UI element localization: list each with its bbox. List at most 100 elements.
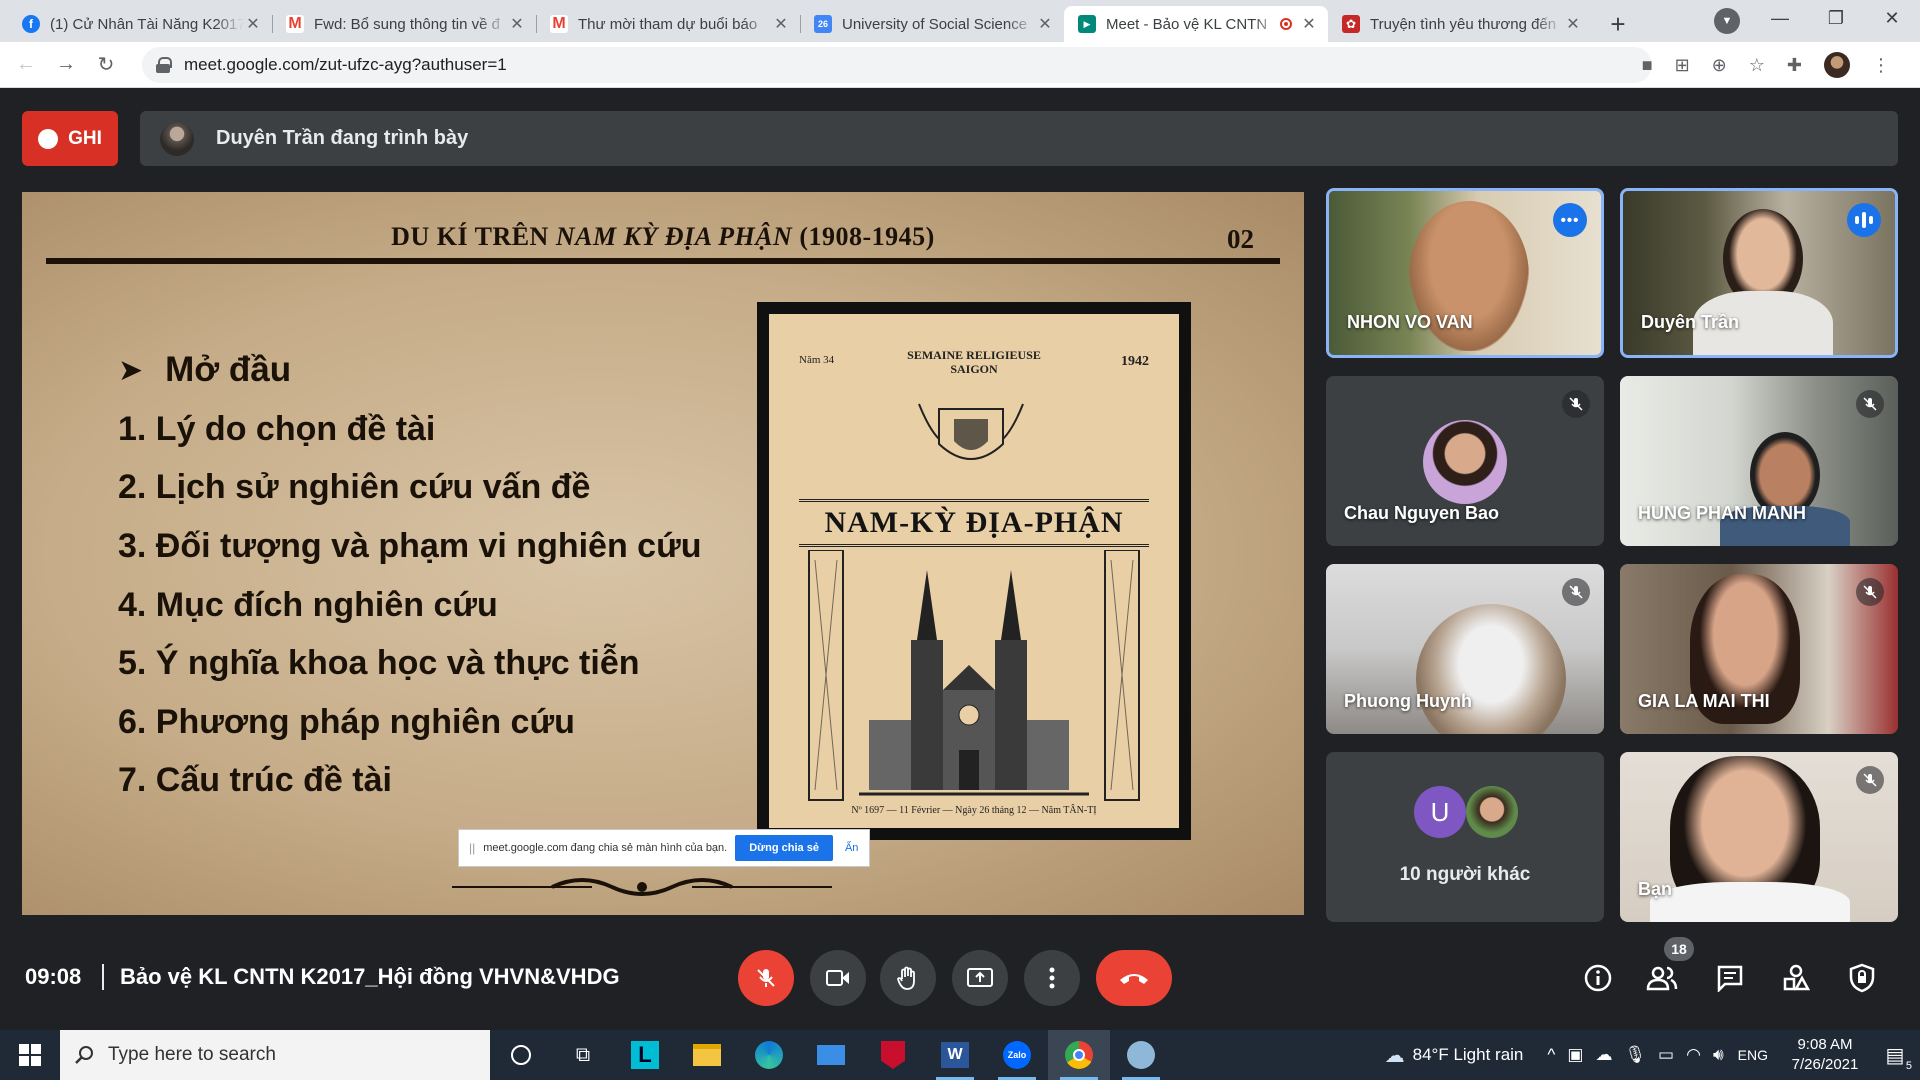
show-hidden-icons-icon[interactable]: ^ bbox=[1547, 1045, 1555, 1065]
chat-button[interactable] bbox=[1712, 960, 1748, 996]
new-tab-button[interactable]: + bbox=[1598, 6, 1638, 42]
close-tab-icon[interactable]: ✕ bbox=[244, 14, 262, 34]
taskbar-clock[interactable]: 9:08 AM 7/26/2021 bbox=[1780, 1035, 1870, 1075]
recording-badge[interactable]: GHI bbox=[22, 111, 118, 166]
app-bird-icon[interactable] bbox=[1110, 1030, 1172, 1080]
minimize-icon[interactable]: — bbox=[1752, 0, 1808, 36]
extensions-icon[interactable]: ✚ bbox=[1787, 55, 1802, 76]
mic-off-icon bbox=[757, 969, 775, 987]
maximize-icon[interactable]: ❐ bbox=[1808, 0, 1864, 36]
participant-tile[interactable]: Phuong Huynh bbox=[1326, 564, 1604, 734]
start-button[interactable] bbox=[0, 1030, 60, 1080]
mic-toggle-button[interactable] bbox=[738, 950, 794, 1006]
notification-center-icon[interactable]: ▤ 5 bbox=[1870, 1030, 1920, 1080]
participant-tile[interactable]: Chau Nguyen Bao bbox=[1326, 376, 1604, 546]
drag-handle-icon[interactable]: || bbox=[469, 841, 475, 855]
participant-tile-self[interactable]: Bạn bbox=[1620, 752, 1898, 922]
browser-tab[interactable]: M Thư mời tham dự buổi báo ✕ bbox=[536, 6, 800, 42]
windows-taskbar: Type here to search ⧉ L W Zalo ☁ 84°F Li… bbox=[0, 1030, 1920, 1080]
ornament-divider bbox=[452, 878, 832, 896]
volume-icon[interactable]: 🔊︎ bbox=[1713, 1045, 1724, 1065]
weather-text[interactable]: 84°F Light rain bbox=[1413, 1045, 1524, 1065]
story-icon: ✿ bbox=[1342, 15, 1360, 33]
info-icon bbox=[1584, 964, 1612, 992]
tab-title: (1) Cử Nhân Tài Năng K2017 bbox=[50, 15, 244, 33]
more-options-icon[interactable]: ••• bbox=[1553, 203, 1587, 237]
activities-button[interactable] bbox=[1778, 960, 1814, 996]
slide-number: 02 bbox=[1227, 224, 1254, 254]
slide-heading: ➤ Mở đầu bbox=[118, 350, 292, 389]
tab-title: Truyện tình yêu thương đến bbox=[1370, 15, 1557, 33]
participant-tile[interactable]: ••• NHON VO VAN bbox=[1326, 188, 1604, 358]
word-icon[interactable]: W bbox=[924, 1030, 986, 1080]
weather-icon[interactable]: ☁ bbox=[1385, 1043, 1405, 1068]
translate-icon[interactable]: ⊞ bbox=[1675, 55, 1690, 76]
browser-tab[interactable]: 26 University of Social Science ✕ bbox=[800, 6, 1064, 42]
lock-icon[interactable] bbox=[156, 56, 172, 73]
camera-toggle-button[interactable] bbox=[810, 950, 866, 1006]
close-tab-icon[interactable]: ✕ bbox=[1036, 14, 1054, 34]
input-language[interactable]: ENG bbox=[1738, 1047, 1768, 1063]
close-tab-icon[interactable]: ✕ bbox=[1564, 14, 1582, 34]
file-explorer-icon[interactable] bbox=[676, 1030, 738, 1080]
forward-icon[interactable]: → bbox=[46, 53, 86, 76]
mail-icon[interactable] bbox=[800, 1030, 862, 1080]
host-controls-button[interactable] bbox=[1844, 960, 1880, 996]
coat-of-arms-icon bbox=[918, 403, 1024, 460]
taskbar-search-box[interactable]: Type here to search bbox=[60, 1030, 490, 1080]
participant-tile[interactable]: HUNG PHAN MANH bbox=[1620, 376, 1898, 546]
reload-icon[interactable]: ↻ bbox=[86, 52, 126, 77]
profile-avatar[interactable] bbox=[1824, 52, 1850, 78]
browser-tab-active[interactable]: ▶ Meet - Bảo vệ KL CNTN ✕ bbox=[1064, 6, 1328, 42]
screen-share-notice: || meet.google.com đang chia sẻ màn hình… bbox=[458, 829, 870, 867]
edge-icon[interactable] bbox=[738, 1030, 800, 1080]
leave-call-button[interactable] bbox=[1096, 950, 1172, 1006]
zoom-icon[interactable]: ⊕ bbox=[1712, 55, 1727, 76]
meet-controls-bar: 09:08 Bảo vệ KL CNTN K2017_Hội đồng VHVN… bbox=[0, 937, 1920, 1014]
camera-icon[interactable]: ■ bbox=[1642, 55, 1653, 76]
close-window-icon[interactable]: ✕ bbox=[1864, 0, 1920, 36]
participant-name: Chau Nguyen Bao bbox=[1344, 503, 1500, 523]
shared-screen: DU KÍ TRÊN NAM KỲ ĐỊA PHẬN (1908-1945) 0… bbox=[22, 192, 1304, 915]
url-input[interactable]: meet.google.com/zut-ufzc-ayg?authuser=1 bbox=[142, 46, 1652, 83]
wifi-icon[interactable]: ◠ bbox=[1686, 1045, 1701, 1065]
more-options-button[interactable] bbox=[1024, 950, 1080, 1006]
others-tile[interactable]: U 10 người khác bbox=[1326, 752, 1604, 922]
present-screen-button[interactable] bbox=[952, 950, 1008, 1006]
chrome-icon[interactable] bbox=[1048, 1030, 1110, 1080]
back-icon[interactable]: ← bbox=[6, 53, 46, 76]
window-controls: — ❐ ✕ bbox=[1752, 0, 1920, 36]
cathedral-illustration bbox=[808, 550, 1140, 801]
battery-icon[interactable]: ▭ bbox=[1658, 1045, 1674, 1065]
hide-notice-button[interactable]: Ẩn bbox=[845, 842, 858, 854]
browser-tab[interactable]: ✿ Truyện tình yêu thương đến ✕ bbox=[1328, 6, 1592, 42]
recording-indicator-icon bbox=[1280, 18, 1292, 30]
app-l-icon[interactable]: L bbox=[614, 1030, 676, 1080]
mcafee-icon[interactable] bbox=[862, 1030, 924, 1080]
raise-hand-button[interactable] bbox=[880, 950, 936, 1006]
microphone-icon[interactable]: 🎙︎ bbox=[1624, 1045, 1646, 1065]
others-count-label: 10 người khác bbox=[1399, 864, 1531, 885]
menu-icon[interactable]: ⋮ bbox=[1872, 55, 1890, 76]
system-tray: ☁ 84°F Light rain ^ ▣ ☁ 🎙︎ ▭ ◠ 🔊︎ ENG 9:… bbox=[1385, 1030, 1920, 1080]
cortana-icon[interactable] bbox=[490, 1030, 552, 1080]
others-avatar: U bbox=[1414, 786, 1466, 838]
close-tab-icon[interactable]: ✕ bbox=[508, 14, 526, 34]
mic-muted-icon bbox=[1856, 578, 1884, 606]
zalo-icon[interactable]: Zalo bbox=[986, 1030, 1048, 1080]
browser-tab[interactable]: M Fwd: Bổ sung thông tin về đ ✕ bbox=[272, 6, 536, 42]
browser-tab[interactable]: f (1) Cử Nhân Tài Năng K2017 ✕ bbox=[8, 6, 272, 42]
participants-button[interactable] bbox=[1644, 960, 1680, 996]
participant-tile[interactable]: GIA LA MAI THI bbox=[1620, 564, 1898, 734]
close-tab-icon[interactable]: ✕ bbox=[1300, 14, 1318, 34]
participant-tile[interactable]: Duyên Trần bbox=[1620, 188, 1898, 358]
meeting-clock: 09:08 bbox=[25, 964, 82, 989]
meeting-details-button[interactable] bbox=[1580, 960, 1616, 996]
tab-search-icon[interactable]: ▼ bbox=[1714, 8, 1740, 34]
onedrive-icon[interactable]: ☁ bbox=[1595, 1045, 1612, 1065]
close-tab-icon[interactable]: ✕ bbox=[772, 14, 790, 34]
stop-sharing-button[interactable]: Dừng chia sẻ bbox=[735, 835, 833, 861]
task-view-icon[interactable]: ⧉ bbox=[552, 1030, 614, 1080]
bookmark-star-icon[interactable]: ☆ bbox=[1749, 55, 1765, 76]
network-adapter-icon[interactable]: ▣ bbox=[1567, 1045, 1583, 1065]
